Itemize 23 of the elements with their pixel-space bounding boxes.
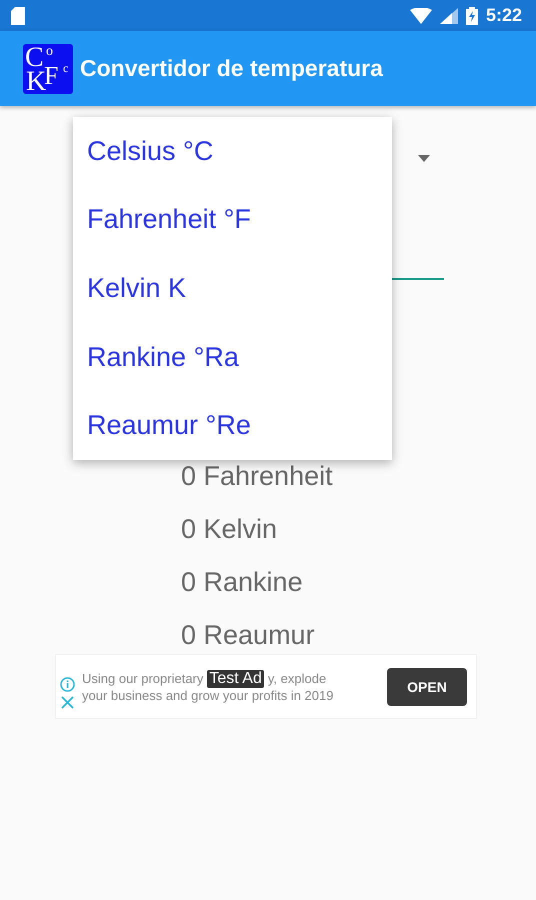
ad-text: Using our proprietary xyxy=(82,670,204,686)
ad-text: your business and grow your profits in 2019 xyxy=(82,688,334,702)
close-icon[interactable] xyxy=(61,696,74,708)
ad-text: y, explode xyxy=(268,670,326,686)
dropdown-arrow-icon[interactable] xyxy=(418,154,430,162)
menu-item[interactable]: Celsius °C xyxy=(73,117,392,186)
result-text: 0 Fahrenheit xyxy=(181,460,334,492)
open-button[interactable]: OPEN xyxy=(387,668,467,706)
clock-time: 5:22 xyxy=(486,5,522,26)
result-text: 0 Rankine xyxy=(181,566,304,598)
signal-icon xyxy=(440,8,458,24)
app-title: Convertidor de temperatura xyxy=(80,55,383,82)
menu-item[interactable]: Rankine °Ra xyxy=(73,322,392,392)
menu-item[interactable]: Kelvin K xyxy=(73,254,392,323)
test-ad-label: Test Ad xyxy=(207,670,264,688)
battery-icon xyxy=(466,6,478,24)
menu-item[interactable]: Fahrenheit °F xyxy=(73,186,392,254)
info-icon[interactable] xyxy=(60,676,75,692)
result-text: 0 Reaumur xyxy=(181,619,316,651)
wifi-icon xyxy=(410,8,432,24)
sd-card-icon xyxy=(11,6,25,24)
menu-item[interactable]: Reaumur °Re xyxy=(73,391,392,460)
result-text: 0 Kelvin xyxy=(181,513,278,545)
